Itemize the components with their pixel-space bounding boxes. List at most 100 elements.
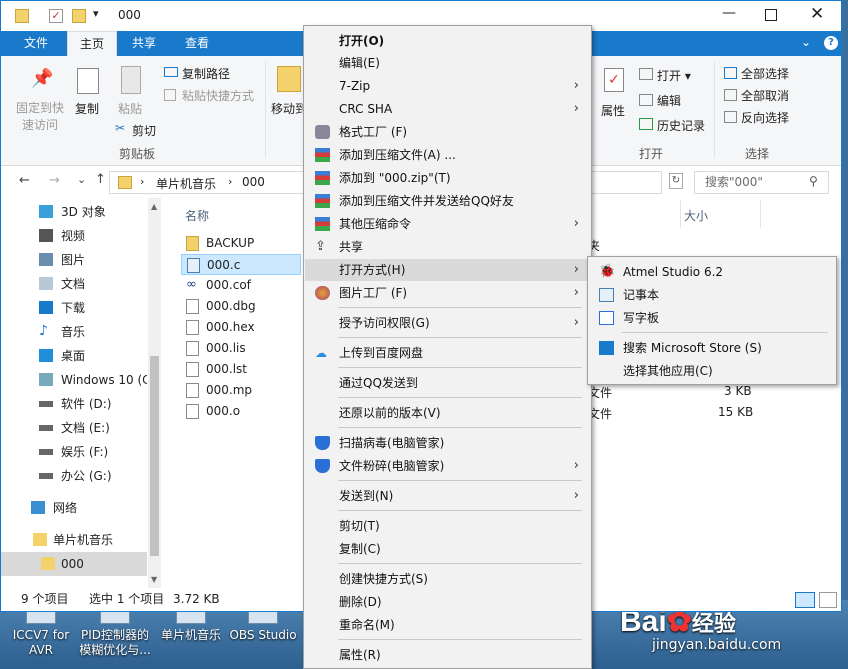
column-divider[interactable] bbox=[680, 200, 681, 228]
file-row[interactable]: 000.hex bbox=[181, 317, 301, 338]
nav-item-drive-g[interactable]: 办公 (G:) bbox=[1, 464, 147, 488]
menu-item-archive-send-qq[interactable]: 添加到压缩文件并发送给QQ好友 bbox=[305, 190, 591, 212]
chevron-right-icon: › bbox=[573, 216, 579, 231]
recent-chevron-icon[interactable]: ⌄ bbox=[77, 173, 86, 186]
back-arrow-icon[interactable]: ← bbox=[19, 173, 30, 188]
menu-item-send-qq[interactable]: 通过QQ发送到 bbox=[305, 372, 591, 394]
up-arrow-icon[interactable]: ↑ bbox=[95, 172, 106, 187]
close-icon[interactable]: ✕ bbox=[810, 4, 824, 24]
menu-item-cut[interactable]: 剪切(T) bbox=[305, 515, 591, 537]
menu-item-copy[interactable]: 复制(C) bbox=[305, 538, 591, 560]
copy-button[interactable]: 复制 bbox=[75, 100, 99, 117]
minimize-icon[interactable]: — bbox=[722, 5, 736, 21]
nav-item-documents[interactable]: 文档 bbox=[1, 272, 147, 296]
menu-item-other-compress[interactable]: 其他压缩命令 › bbox=[305, 213, 591, 235]
menu-item-share[interactable]: ⇪ 共享 bbox=[305, 236, 591, 258]
breadcrumb-item[interactable]: 单片机音乐 bbox=[156, 175, 216, 192]
nav-item-drive-f[interactable]: 娱乐 (F:) bbox=[1, 440, 147, 464]
edit-button[interactable]: 编辑 bbox=[657, 92, 681, 109]
menu-item-edit[interactable]: 编辑(E) bbox=[305, 52, 591, 74]
tab-file[interactable]: 文件 bbox=[1, 31, 71, 56]
tab-home[interactable]: 主页 bbox=[67, 31, 117, 56]
choose-other-app[interactable]: 选择其他应用(C) bbox=[589, 360, 836, 382]
menu-item-7zip[interactable]: 7-Zip › bbox=[305, 75, 591, 97]
nav-item-drive-e[interactable]: 文档 (E:) bbox=[1, 416, 147, 440]
file-row[interactable]: BACKUP bbox=[181, 233, 301, 254]
menu-item-rename[interactable]: 重命名(M) bbox=[305, 614, 591, 636]
column-divider[interactable] bbox=[760, 200, 761, 228]
menu-item-restore-versions[interactable]: 还原以前的版本(V) bbox=[305, 402, 591, 424]
file-row[interactable]: 000.mp bbox=[181, 380, 301, 401]
nav-item-pictures[interactable]: 图片 bbox=[1, 248, 147, 272]
menu-item-add-archive[interactable]: 添加到压缩文件(A) ... bbox=[305, 144, 591, 166]
nav-scrollbar[interactable]: ▲ ▼ bbox=[148, 198, 161, 588]
open-with-wordpad[interactable]: 写字板 bbox=[589, 307, 836, 329]
file-row[interactable]: 000.lst bbox=[181, 359, 301, 380]
film-icon bbox=[39, 229, 53, 242]
properties-check-icon[interactable]: ✓ bbox=[49, 9, 63, 23]
scroll-down-icon[interactable]: ▼ bbox=[151, 575, 157, 584]
file-row[interactable]: 000.dbg bbox=[181, 296, 301, 317]
forward-arrow-icon[interactable]: → bbox=[49, 173, 60, 188]
menu-item-open-with[interactable]: 打开方式(H) › bbox=[305, 259, 591, 281]
large-icons-view-icon[interactable] bbox=[819, 592, 837, 608]
menu-item-scan-virus[interactable]: 扫描病毒(电脑管家) bbox=[305, 432, 591, 454]
details-view-icon[interactable] bbox=[795, 592, 815, 608]
menu-item-shred-file[interactable]: 文件粉碎(电脑管家) › bbox=[305, 455, 591, 477]
column-header-size[interactable]: 大小 bbox=[684, 207, 708, 224]
chevron-right-icon: › bbox=[573, 78, 579, 93]
new-folder-icon[interactable] bbox=[72, 9, 86, 23]
file-row-selected[interactable]: 000.c bbox=[181, 254, 301, 275]
nav-item-videos[interactable]: 视频 bbox=[1, 224, 147, 248]
open-with-atmel-studio[interactable]: 🐞 Atmel Studio 6.2 bbox=[589, 261, 836, 283]
help-icon[interactable]: ? bbox=[824, 36, 838, 50]
ribbon-collapse-icon[interactable]: ⌄ bbox=[801, 35, 811, 49]
nav-item-drive-c[interactable]: Windows 10 (C bbox=[1, 368, 147, 392]
paste-shortcut-button[interactable]: 粘贴快捷方式 bbox=[182, 87, 254, 104]
properties-button[interactable]: 属性 bbox=[601, 102, 625, 119]
invert-selection-button[interactable]: 反向选择 bbox=[741, 109, 789, 126]
maximize-icon[interactable] bbox=[765, 9, 777, 21]
menu-item-open[interactable]: 打开(O) bbox=[305, 30, 591, 52]
chevron-down-icon[interactable]: ▾ bbox=[93, 7, 99, 20]
scroll-up-icon[interactable]: ▲ bbox=[151, 202, 157, 211]
breadcrumb-item[interactable]: 000 bbox=[242, 175, 265, 189]
file-row[interactable]: 000.lis bbox=[181, 338, 301, 359]
menu-item-create-shortcut[interactable]: 创建快捷方式(S) bbox=[305, 568, 591, 590]
nav-item-folder-music[interactable]: 单片机音乐 bbox=[1, 528, 147, 552]
select-none-button[interactable]: 全部取消 bbox=[741, 87, 789, 104]
tab-view[interactable]: 查看 bbox=[171, 31, 223, 56]
nav-item-drive-d[interactable]: 软件 (D:) bbox=[1, 392, 147, 416]
menu-item-baidu-pan[interactable]: ☁ 上传到百度网盘 bbox=[305, 342, 591, 364]
refresh-icon[interactable]: ↻ bbox=[669, 173, 683, 189]
menu-item-picture-factory[interactable]: 图片工厂 (F) › bbox=[305, 282, 591, 304]
menu-item-add-zip[interactable]: 添加到 "000.zip"(T) bbox=[305, 167, 591, 189]
menu-item-grant-access[interactable]: 授予访问权限(G) › bbox=[305, 312, 591, 334]
nav-item-downloads[interactable]: 下载 bbox=[1, 296, 147, 320]
tab-share[interactable]: 共享 bbox=[119, 31, 169, 56]
paste-button[interactable]: 粘贴 bbox=[118, 100, 142, 117]
nav-item-network[interactable]: 网络 bbox=[1, 496, 147, 520]
nav-item-desktop[interactable]: 桌面 bbox=[1, 344, 147, 368]
menu-item-delete[interactable]: 删除(D) bbox=[305, 591, 591, 613]
nav-item-folder-000[interactable]: 000 bbox=[1, 552, 147, 576]
copy-path-button[interactable]: 复制路径 bbox=[182, 65, 230, 82]
search-microsoft-store[interactable]: 搜索 Microsoft Store (S) bbox=[589, 337, 836, 359]
scroll-thumb[interactable] bbox=[150, 356, 159, 556]
column-header-name[interactable]: 名称 bbox=[185, 207, 209, 224]
menu-item-send-to[interactable]: 发送到(N) › bbox=[305, 485, 591, 507]
menu-item-crc-sha[interactable]: CRC SHA › bbox=[305, 98, 591, 120]
nav-item-music[interactable]: ♪ 音乐 bbox=[1, 320, 147, 344]
move-to-button[interactable]: 移动到 bbox=[271, 100, 307, 117]
file-row[interactable]: 000.o bbox=[181, 401, 301, 422]
menu-item-properties[interactable]: 属性(R) bbox=[305, 644, 591, 666]
select-all-button[interactable]: 全部选择 bbox=[741, 65, 789, 82]
history-button[interactable]: 历史记录 bbox=[657, 117, 705, 134]
cut-button[interactable]: 剪切 bbox=[132, 122, 156, 139]
nav-item-3d[interactable]: 3D 对象 bbox=[1, 200, 147, 224]
file-row[interactable]: ∞ 000.cof bbox=[181, 275, 301, 296]
open-button[interactable]: 打开 ▾ bbox=[657, 67, 691, 84]
pin-quick-access-button[interactable]: 固定到快 速访问 bbox=[15, 100, 65, 134]
open-with-notepad[interactable]: 记事本 bbox=[589, 284, 836, 306]
menu-item-format-factory[interactable]: 格式工厂 (F) bbox=[305, 121, 591, 143]
